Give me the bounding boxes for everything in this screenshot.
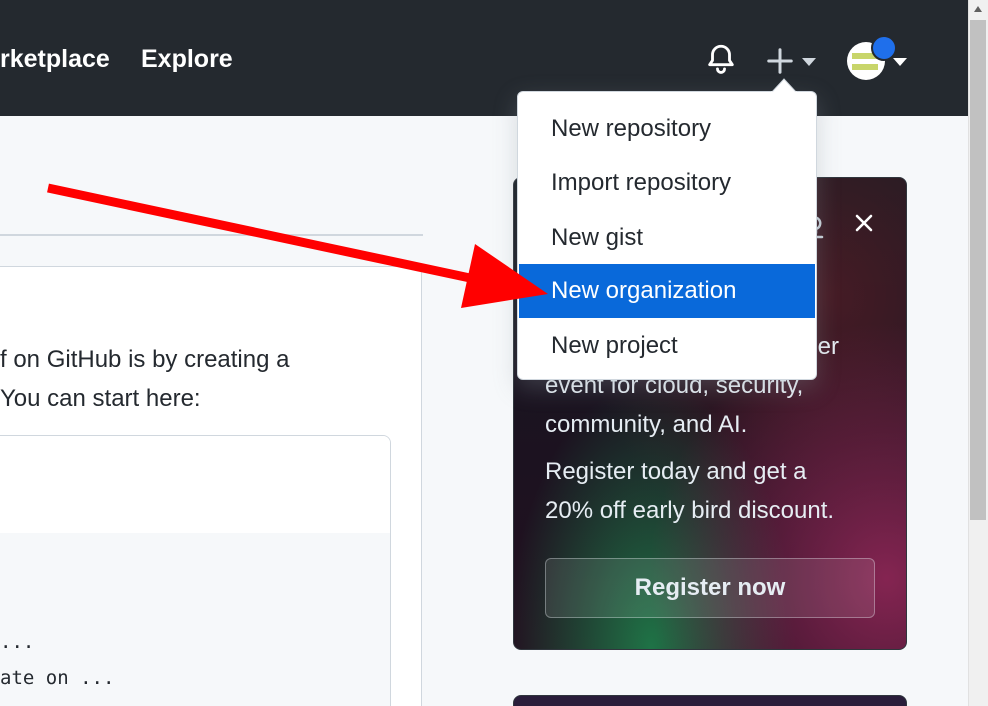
scrollbar-thumb[interactable] <box>970 20 986 520</box>
menu-item-new-repository[interactable]: New repository <box>519 102 815 156</box>
close-icon[interactable] <box>852 211 876 235</box>
code-line: ... <box>0 631 35 653</box>
nav-marketplace-link[interactable]: rketplace <box>0 44 110 74</box>
divider <box>0 234 423 236</box>
promo-line: Register today and get a <box>545 458 807 485</box>
avatar-stripe <box>852 64 878 70</box>
intro-line: You can start here: <box>0 385 201 412</box>
nav-explore-link[interactable]: Explore <box>141 44 233 74</box>
secondary-card <box>513 695 907 706</box>
chevron-down-icon[interactable] <box>892 57 908 67</box>
top-navbar: rketplace Explore <box>0 0 968 116</box>
create-new-dropdown: New repository Import repository New gis… <box>517 91 817 380</box>
menu-item-import-repository[interactable]: Import repository <box>519 156 815 210</box>
promo-line: community, and AI. <box>545 411 748 438</box>
code-box-header <box>0 436 390 534</box>
plus-icon[interactable] <box>765 46 795 76</box>
chevron-down-icon[interactable] <box>801 57 817 67</box>
code-snippet-box <box>0 435 391 706</box>
menu-item-new-gist[interactable]: New gist <box>519 211 815 265</box>
intro-line: f on GitHub is by creating a <box>0 346 290 373</box>
page: rketplace Explore f on GitHub is by crea… <box>0 0 988 706</box>
scroll-up-arrow-icon[interactable] <box>973 5 983 13</box>
register-now-button[interactable]: Register now <box>545 558 875 618</box>
dropdown-caret <box>771 78 797 93</box>
promo-offer: Register today and get a 20% off early b… <box>545 452 834 530</box>
promo-line: 20% off early bird discount. <box>545 497 835 524</box>
bell-icon[interactable] <box>704 42 738 76</box>
menu-item-new-organization[interactable]: New organization <box>519 264 815 318</box>
arrow-shaft <box>47 183 471 283</box>
intro-text: f on GitHub is by creating a You can sta… <box>0 340 289 418</box>
menu-item-new-project[interactable]: New project <box>519 319 815 373</box>
code-line: ate on ... <box>0 667 115 689</box>
